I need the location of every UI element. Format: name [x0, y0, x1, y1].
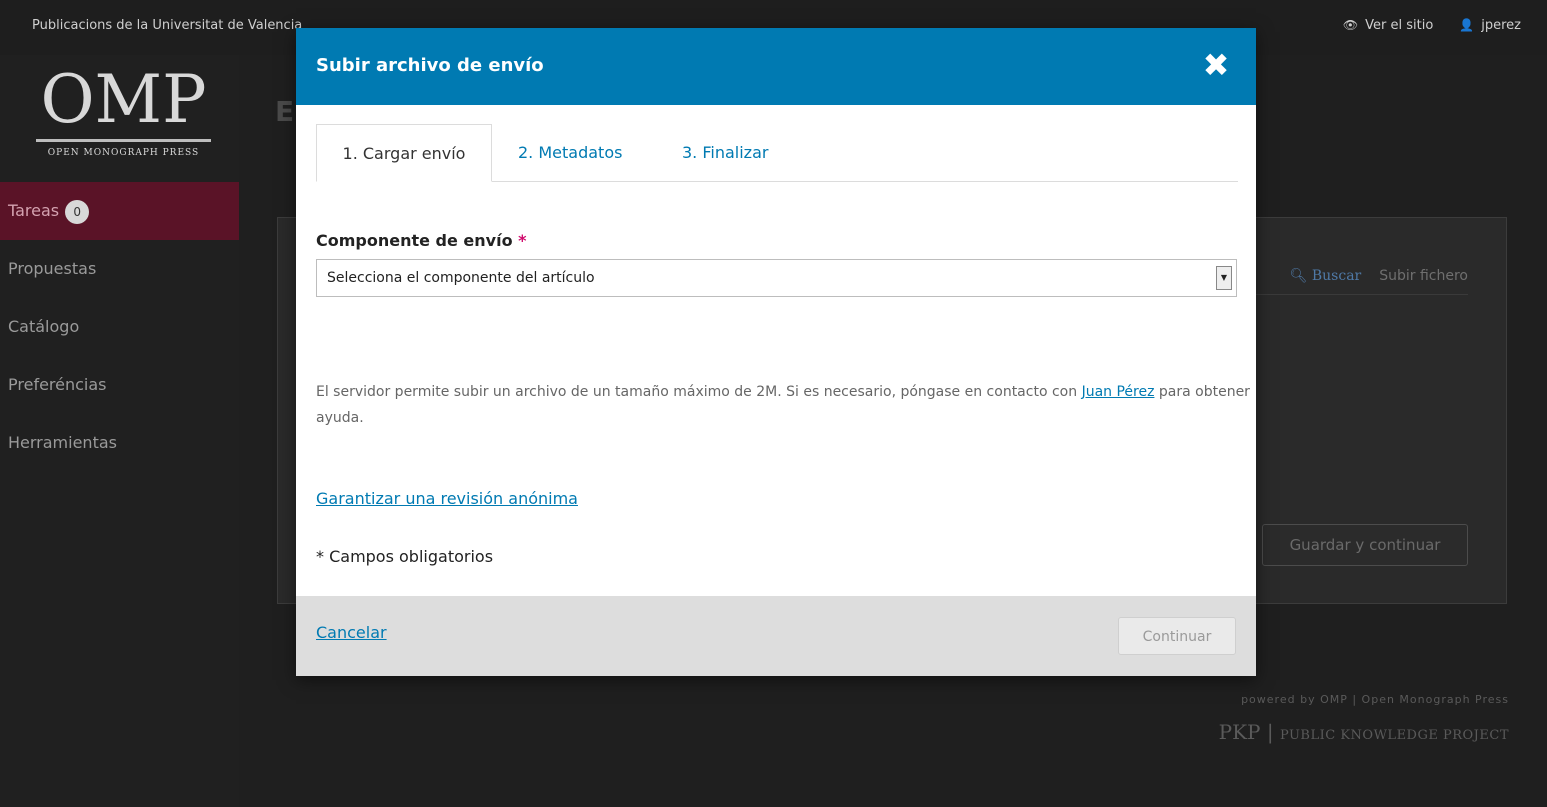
logo-main: OMP	[40, 61, 207, 138]
view-site-link[interactable]: 👁 Ver el sitio	[1343, 18, 1433, 33]
sidebar-item-preferencias[interactable]: Preferéncias	[0, 356, 239, 414]
search-link-label: Buscar	[1311, 268, 1362, 284]
topbar-right: 👁 Ver el sitio 👤 jperez	[1343, 18, 1521, 33]
pkp-short: PKP	[1218, 720, 1261, 744]
sidebar-item-propuestas[interactable]: Propuestas	[0, 240, 239, 298]
sidebar-item-herramientas[interactable]: Herramientas	[0, 414, 239, 472]
powered-by: powered by OMP | Open Monograph Press	[1241, 693, 1509, 706]
continue-button[interactable]: Continuar	[1118, 617, 1236, 655]
upload-modal: Subir archivo de envío ✖ 1. Cargar envío…	[296, 28, 1256, 676]
omp-logo[interactable]: OMP OPEN MONOGRAPH PRESS	[36, 67, 211, 177]
search-icon: 🔍︎	[1289, 268, 1308, 284]
close-icon[interactable]: ✖	[1202, 47, 1230, 83]
panel-actions: 🔍︎ Buscar Subir fichero	[1290, 268, 1468, 284]
tab-finalizar[interactable]: 3. Finalizar	[682, 124, 768, 181]
upload-help-text: El servidor permite subir un archivo de …	[316, 379, 1251, 431]
sidebar-item-label: Preferéncias	[8, 375, 107, 394]
save-continue-button[interactable]: Guardar y continuar	[1262, 524, 1468, 566]
tab-cargar-envio[interactable]: 1. Cargar envío	[316, 124, 492, 182]
sidebar-item-catalogo[interactable]: Catálogo	[0, 298, 239, 356]
pkp-long: PUBLIC KNOWLEDGE PROJECT	[1279, 728, 1509, 743]
upload-file-link[interactable]: Subir fichero	[1379, 268, 1468, 284]
panel-divider	[1248, 294, 1468, 295]
search-link[interactable]: 🔍︎ Buscar	[1290, 268, 1362, 284]
anonymous-review-link[interactable]: Garantizar una revisión anónima	[316, 489, 578, 508]
contact-link[interactable]: Juan Pérez	[1082, 384, 1155, 400]
required-star: *	[518, 231, 527, 250]
component-field-label: Componente de envío *	[316, 231, 527, 250]
sidebar-item-label: Tareas	[8, 201, 60, 220]
pkp-logo[interactable]: PKP | PUBLIC KNOWLEDGE PROJECT	[1219, 720, 1509, 744]
component-label-text: Componente de envío	[316, 231, 513, 250]
user-menu[interactable]: 👤 jperez	[1459, 18, 1521, 33]
sidebar-item-label: Propuestas	[8, 259, 97, 278]
wizard-tabs: 1. Cargar envío 2. Metadatos 3. Finaliza…	[316, 124, 1238, 182]
modal-title: Subir archivo de envío	[316, 55, 544, 76]
sidebar-item-label: Herramientas	[8, 433, 117, 452]
logo-rule	[36, 139, 211, 142]
eye-icon: 👁	[1342, 18, 1359, 32]
view-site-label: Ver el sitio	[1365, 18, 1434, 33]
modal-footer: Cancelar Continuar	[296, 596, 1256, 676]
tasks-count-badge: 0	[65, 199, 90, 224]
tab-metadatos[interactable]: 2. Metadatos	[518, 124, 622, 181]
sidebar-item-label: Catálogo	[8, 317, 80, 336]
site-name[interactable]: Publicacions de la Universitat de Valenc…	[32, 18, 302, 33]
sidebar-item-tareas[interactable]: Tareas 0	[0, 182, 239, 240]
component-select[interactable]: Selecciona el componente del artículo ▼	[316, 259, 1237, 297]
modal-header: Subir archivo de envío ✖	[296, 28, 1256, 105]
required-fields-note: * Campos obligatorios	[316, 547, 494, 566]
dropdown-arrow-icon[interactable]: ▼	[1216, 266, 1232, 290]
component-select-value: Selecciona el componente del artículo	[327, 270, 595, 286]
cancel-link[interactable]: Cancelar	[316, 623, 387, 642]
username-label: jperez	[1481, 18, 1521, 33]
user-icon: 👤	[1459, 18, 1475, 32]
sidebar: OMP OPEN MONOGRAPH PRESS Tareas 0 Propues…	[0, 55, 239, 807]
help-text-before: El servidor permite subir un archivo de …	[316, 384, 1082, 400]
logo-sub: OPEN MONOGRAPH PRESS	[47, 148, 200, 158]
page-title: E	[275, 95, 295, 128]
